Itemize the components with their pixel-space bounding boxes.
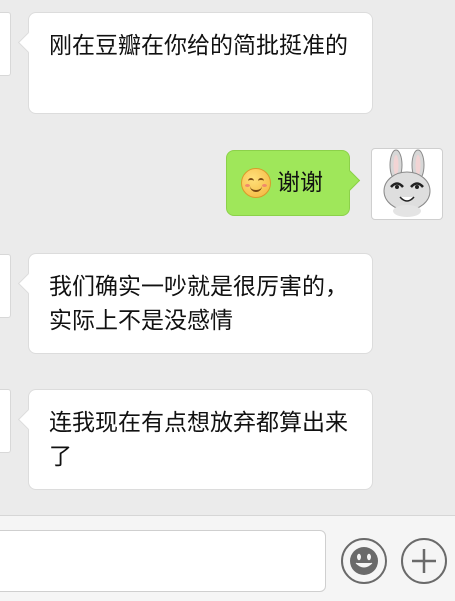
rabbit-avatar-icon <box>383 149 431 217</box>
input-toolbar <box>0 515 455 601</box>
message-text: 谢谢 <box>277 170 323 196</box>
sender-avatar[interactable] <box>0 254 11 318</box>
message-bubble-left[interactable]: 我们确实一吵就是很厉害的，实际上不是没感情 <box>28 253 373 354</box>
sender-avatar[interactable] <box>0 12 11 76</box>
message-text: 刚在豆瓣在你给的简批挺准的 <box>49 33 348 59</box>
message-bubble-left[interactable]: 刚在豆瓣在你给的简批挺准的 <box>28 12 373 114</box>
message-text: 连我现在有点想放弃都算出来了 <box>49 410 348 470</box>
smiling-face-icon <box>241 168 271 198</box>
chat-area: 刚在豆瓣在你给的简批挺准的 谢谢 我们确实一吵就是很厉害的，实际上不是没感情 连… <box>0 0 455 515</box>
message-input[interactable] <box>0 530 326 592</box>
message-bubble-left[interactable]: 连我现在有点想放弃都算出来了 <box>28 389 373 490</box>
emoji-button[interactable] <box>341 538 387 584</box>
user-avatar[interactable] <box>371 148 443 220</box>
more-button[interactable] <box>401 538 447 584</box>
smiley-face-icon <box>350 547 378 575</box>
message-bubble-right[interactable]: 谢谢 <box>226 150 350 216</box>
sender-avatar[interactable] <box>0 389 11 453</box>
message-text: 我们确实一吵就是很厉害的，实际上不是没感情 <box>49 274 348 334</box>
plus-icon <box>412 549 436 573</box>
